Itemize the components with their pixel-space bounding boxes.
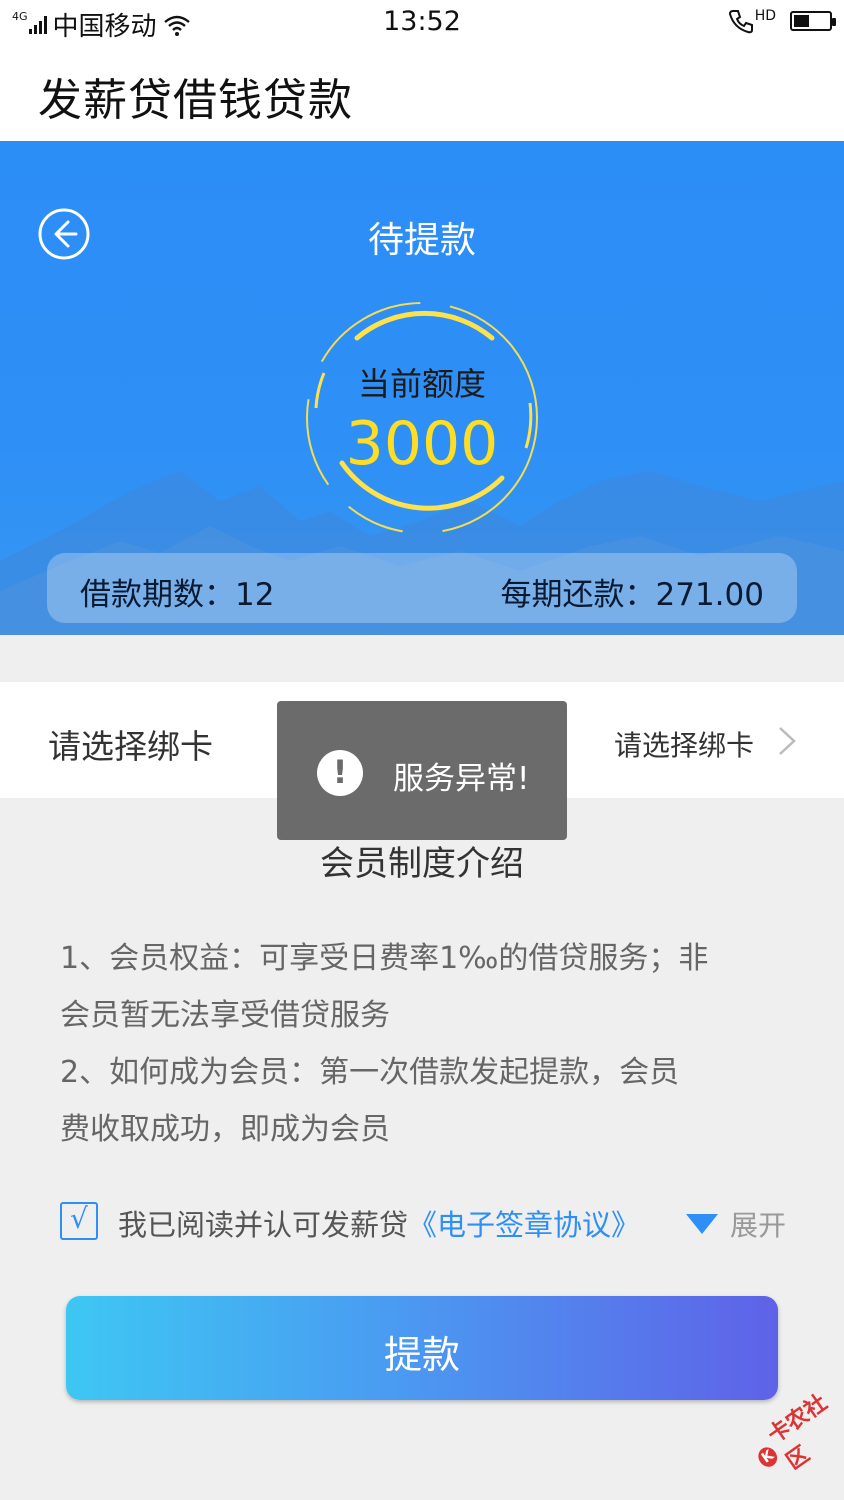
agreement-checkbox[interactable]: √ <box>60 1202 98 1240</box>
hero-panel: 待提款 当前额度 3000 借款期数：12 每期还款：271.00 <box>0 141 844 635</box>
hd-label: HD <box>754 8 776 24</box>
intro-line: 会员暂无法享受借贷服务 <box>60 998 390 1033</box>
phone-hd-icon: HD <box>728 8 776 34</box>
error-toast: ! 服务异常! <box>277 701 567 840</box>
quota-value: 3000 <box>345 409 499 479</box>
member-intro-title: 会员制度介绍 <box>320 844 524 884</box>
member-intro-text: 1、会员权益：可享受日费率1‰的借贷服务；非 会员暂无法享受借贷服务 2、如何成… <box>60 930 780 1158</box>
withdraw-button-label: 提款 <box>383 1333 460 1377</box>
status-right: HD <box>728 8 836 34</box>
status-time: 13:52 <box>383 6 461 37</box>
bind-card-value[interactable]: 请选择绑卡 <box>614 724 754 764</box>
loan-info-bar: 借款期数：12 每期还款：271.00 <box>47 553 797 623</box>
battery-level <box>794 15 809 27</box>
loan-term: 借款期数：12 <box>80 577 275 613</box>
quota-label: 当前额度 <box>357 365 486 403</box>
app-title: 发薪贷借钱贷款 <box>38 75 353 126</box>
chevron-right-icon <box>779 727 796 755</box>
expand-toggle[interactable]: 展开 <box>686 1204 786 1244</box>
status-bar: 4G 中国移动 13:52 HD <box>0 0 844 46</box>
check-icon: √ <box>70 1202 88 1235</box>
agreement-text: 我已阅读并认可发薪贷《电子签章协议》 <box>118 1202 640 1244</box>
expand-label: 展开 <box>730 1209 787 1242</box>
alert-icon: ! <box>317 750 363 796</box>
battery-icon <box>790 11 836 31</box>
intro-line: 1、会员权益：可享受日费率1‰的借贷服务；非 <box>60 941 709 976</box>
page-title: 待提款 <box>367 220 476 261</box>
intro-line: 费收取成功，即成为会员 <box>60 1112 390 1147</box>
withdraw-button[interactable]: 提款 <box>66 1296 778 1400</box>
installment-amount: 每期还款：271.00 <box>500 577 764 613</box>
agreement-label: 我已阅读并认可发薪贷 <box>118 1208 409 1242</box>
toast-message: 服务异常! <box>393 761 530 797</box>
agreement-link[interactable]: 《电子签章协议》 <box>408 1208 640 1242</box>
intro-line: 2、如何成为会员：第一次借款发起提款，会员 <box>60 1055 680 1090</box>
bind-card-label: 请选择绑卡 <box>48 727 213 766</box>
triangle-down-icon <box>686 1214 718 1234</box>
app-bar: 发薪贷借钱贷款 <box>0 46 844 141</box>
